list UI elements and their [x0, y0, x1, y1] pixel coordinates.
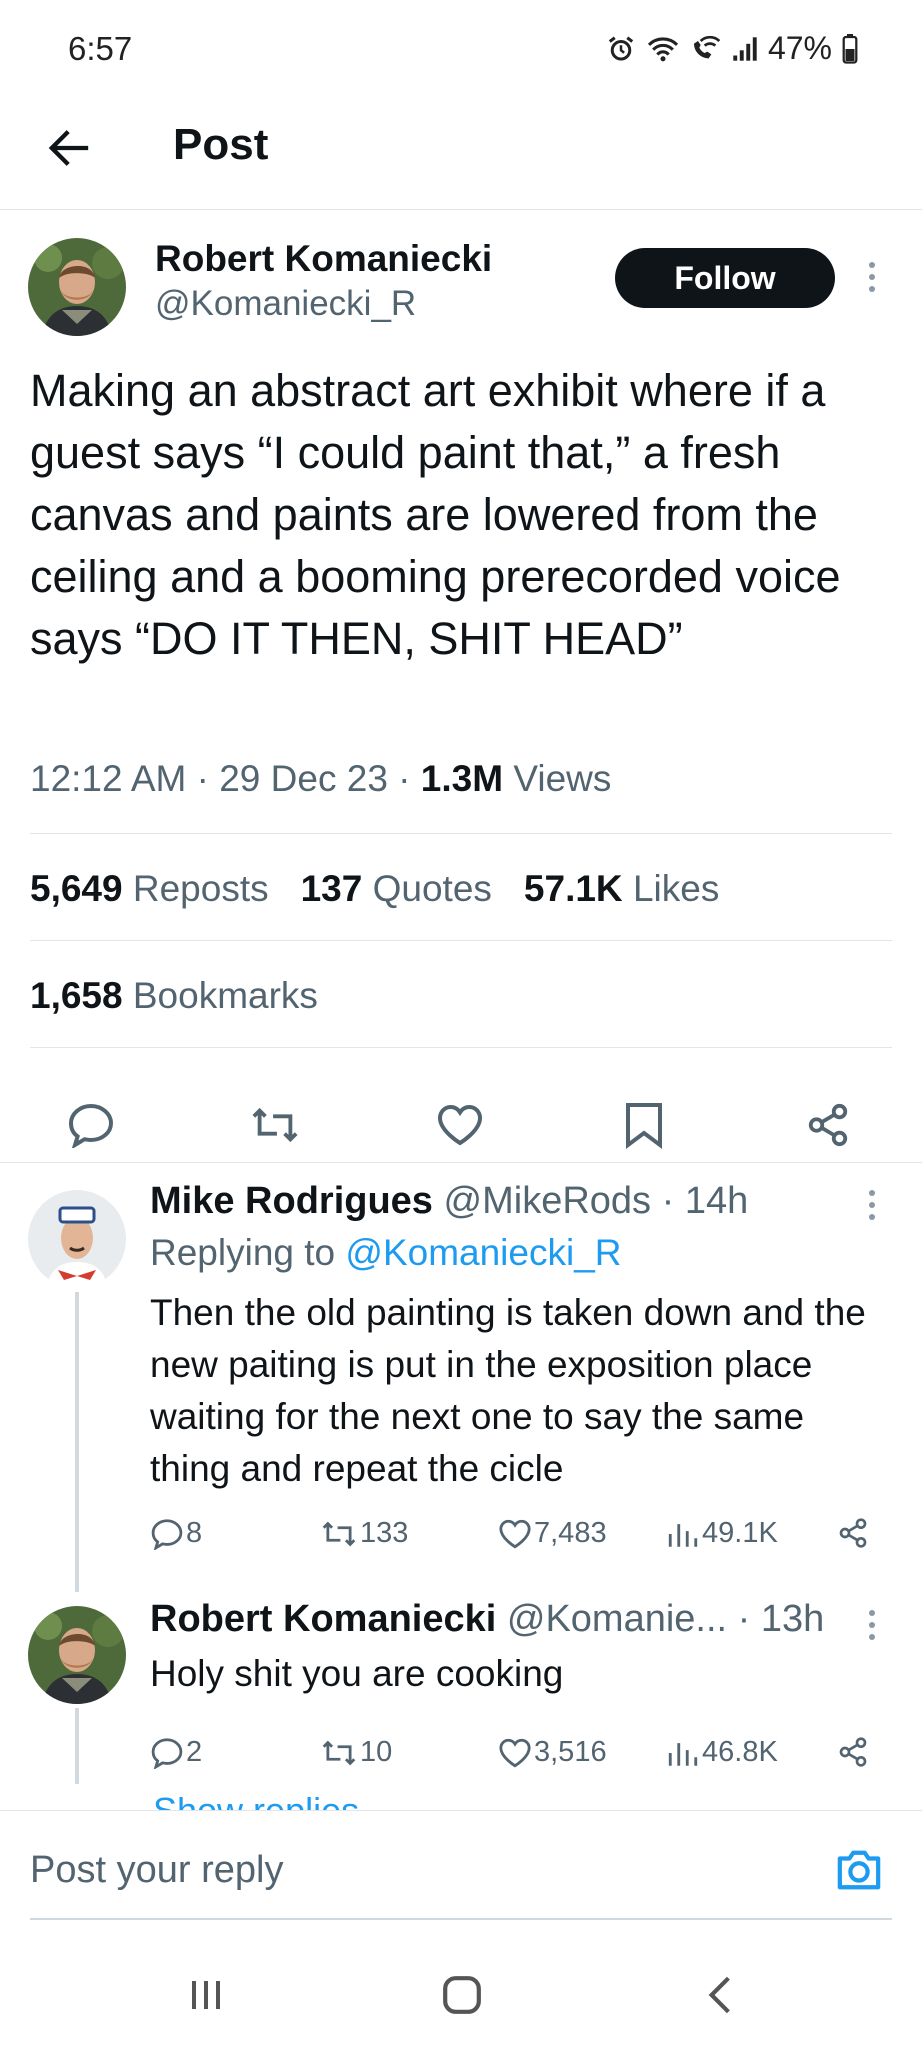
status-time: 6:57 [68, 30, 133, 67]
author-name[interactable]: Robert Komaniecki [155, 238, 492, 280]
comment-icon [151, 1518, 183, 1550]
back-nav-button[interactable] [690, 1970, 750, 2020]
reply-repost-button[interactable]: 133 [320, 1517, 408, 1550]
reply-author-handle[interactable]: @Komanie... [507, 1598, 727, 1640]
system-nav-bar [0, 1940, 922, 2048]
reply-avatar[interactable] [28, 1606, 126, 1704]
more-options-icon[interactable] [862, 262, 882, 292]
share-icon [839, 1737, 867, 1767]
wifi-calling-icon [690, 35, 722, 63]
views-icon [668, 1742, 698, 1766]
replying-to-link[interactable]: @Komaniecki_R [345, 1232, 621, 1273]
reply-like-button[interactable]: 7,483 [498, 1517, 607, 1550]
author-handle[interactable]: @Komaniecki_R [155, 284, 416, 324]
battery-level: 47% [767, 30, 832, 66]
post-time: 12:12 AM [30, 758, 187, 799]
post-meta: 12:12 AM · 29 Dec 23 · 1.3M Views [30, 758, 612, 799]
status-icons: 47% [606, 30, 858, 67]
divider [0, 1162, 922, 1163]
follow-button[interactable]: Follow [615, 248, 835, 308]
bookmark-icon [626, 1103, 662, 1149]
back-button[interactable] [40, 118, 100, 178]
reply-share-button[interactable] [837, 1517, 869, 1549]
reply-header: Robert Komaniecki @Komanie... · 13h [150, 1598, 825, 1640]
reply-views-button[interactable]: 46.8K [666, 1736, 778, 1769]
reply-author-name[interactable]: Robert Komaniecki [150, 1598, 496, 1640]
wifi-icon [646, 35, 680, 63]
reply-avatar[interactable] [28, 1190, 126, 1288]
heart-icon [437, 1104, 483, 1146]
arrow-left-icon [48, 130, 89, 166]
battery-icon [842, 33, 858, 64]
likes-stat[interactable]: 57.1K Likes [524, 868, 719, 910]
reply-engagement-bar: 8 133 7,483 49.1K [150, 1517, 890, 1557]
camera-icon [837, 1850, 881, 1890]
top-bar: Post [0, 100, 922, 210]
reply-comment-button[interactable]: 8 [150, 1517, 202, 1550]
reply-share-button[interactable] [837, 1736, 869, 1768]
chevron-left-icon [708, 1976, 730, 2014]
reply-like-button[interactable]: 3,516 [498, 1736, 607, 1769]
thread-line [75, 1292, 79, 1592]
reply-input-underline [30, 1918, 892, 1920]
reply-engagement-bar: 2 10 3,516 46.8K [150, 1736, 890, 1776]
reply-time: 13h [760, 1598, 825, 1640]
camera-button[interactable] [834, 1847, 884, 1898]
post-text: Making an abstract art exhibit where if … [30, 365, 841, 664]
share-icon [808, 1103, 848, 1147]
bookmark-stats: 1,658 Bookmarks [30, 975, 318, 1017]
heart-icon [499, 1738, 531, 1767]
views-count: 1.3M [420, 758, 504, 799]
reply-views-button[interactable]: 49.1K [666, 1517, 778, 1550]
reply-repost-button[interactable]: 10 [320, 1736, 392, 1769]
home-icon [443, 1976, 481, 2014]
divider [30, 940, 892, 941]
reply-author-name[interactable]: Mike Rodrigues [150, 1180, 433, 1222]
signal-icon [732, 36, 758, 62]
reply-comment-button[interactable]: 2 [150, 1736, 202, 1769]
more-options-icon[interactable] [862, 1610, 882, 1640]
recent-apps-button[interactable] [176, 1970, 236, 2020]
reply-button[interactable] [66, 1100, 116, 1150]
reply-input[interactable]: Post your reply [30, 1849, 283, 1892]
bookmark-button[interactable] [619, 1100, 669, 1150]
share-button[interactable] [803, 1100, 853, 1150]
thread-line [75, 1708, 79, 1784]
author-avatar[interactable] [28, 238, 126, 336]
recent-apps-icon [192, 1981, 220, 2009]
comment-icon [68, 1103, 114, 1148]
divider [30, 833, 892, 834]
alarm-icon [606, 34, 636, 64]
reply-text: Then the old painting is taken down and … [150, 1292, 866, 1489]
post-action-bar [0, 1070, 922, 1174]
reply-composer: Post your reply [0, 1810, 922, 1928]
more-options-icon[interactable] [862, 1190, 882, 1220]
repost-icon [322, 1521, 356, 1546]
divider [30, 1047, 892, 1048]
quotes-stat[interactable]: 137 Quotes [301, 868, 492, 910]
views-icon [668, 1523, 698, 1547]
reply-header: Mike Rodrigues @MikeRods · 14h [150, 1180, 749, 1222]
comment-icon [151, 1737, 183, 1769]
page-title: Post [173, 120, 269, 169]
reply-author-handle[interactable]: @MikeRods [444, 1180, 652, 1222]
reposts-stat[interactable]: 5,649 Reposts [30, 868, 269, 910]
replying-to: Replying to @Komaniecki_R [150, 1232, 622, 1273]
heart-icon [499, 1519, 531, 1548]
home-button[interactable] [432, 1970, 492, 2020]
repost-icon [322, 1740, 356, 1765]
status-bar: 6:57 47% [0, 0, 922, 100]
repost-icon [252, 1107, 298, 1143]
reply-text: Holy shit you are cooking [150, 1653, 564, 1694]
bookmarks-stat[interactable]: 1,658 Bookmarks [30, 975, 318, 1017]
reply-time: 14h [684, 1180, 749, 1222]
like-button[interactable] [435, 1100, 485, 1150]
post-date: 29 Dec 23 [219, 758, 388, 799]
share-icon [839, 1518, 867, 1548]
repost-button[interactable] [250, 1100, 300, 1150]
post-stats: 5,649 Reposts 137 Quotes 57.1K Likes [30, 868, 719, 910]
views-label: Views [513, 758, 612, 799]
